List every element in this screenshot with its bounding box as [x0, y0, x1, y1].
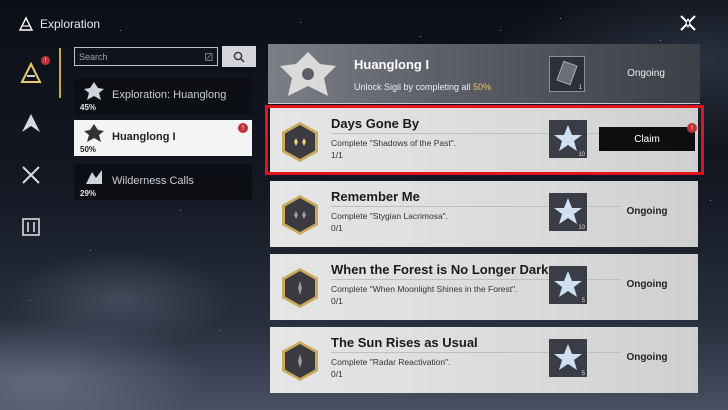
search-button[interactable]: [222, 46, 256, 67]
nav-exploration[interactable]: !: [16, 56, 50, 88]
task-title: Days Gone By: [331, 116, 420, 131]
sigil-reward-item[interactable]: 1: [549, 56, 585, 92]
task-card: Remember Me Complete "Stygian Lacrimosa"…: [270, 181, 698, 247]
huanglong-emblem-icon: [84, 124, 104, 142]
task-card: When the Forest is No Longer Dark Comple…: [270, 254, 698, 320]
task-title: Remember Me: [331, 189, 420, 204]
summary-status: Ongoing: [627, 68, 665, 79]
nav-divider: [59, 48, 61, 98]
reward-count: 5: [581, 298, 585, 304]
task-badge-icon: [282, 195, 318, 235]
task-card: The Sun Rises as Usual Complete "Radar R…: [270, 327, 698, 393]
task-description: Complete "Shadows of the Past".: [331, 138, 457, 148]
category-percent: 50%: [80, 145, 97, 154]
wilderness-emblem-icon: [86, 170, 102, 184]
task-progress: 1/1: [331, 150, 343, 160]
edit-icon: [205, 52, 213, 61]
task-title: When the Forest is No Longer Dark: [331, 262, 549, 277]
task-description: Complete "When Moonlight Shines in the F…: [331, 284, 518, 294]
huanglong-sigil-icon: [280, 52, 336, 96]
category-exploration-huanglong[interactable]: 45% Exploration: Huanglong: [74, 78, 252, 114]
sliders-icon: [22, 218, 40, 236]
search-icon: [233, 51, 245, 63]
task-description: Complete "Radar Reactivation".: [331, 357, 451, 367]
nav-alert-badge: !: [41, 56, 50, 65]
category-name: Wilderness Calls: [112, 175, 194, 187]
task-badge-icon: [282, 122, 318, 162]
task-status: Ongoing: [626, 279, 668, 290]
exploration-icon: [20, 61, 42, 83]
reward-count: 1: [578, 85, 582, 91]
crossed-swords-icon: [22, 166, 40, 184]
task-reward-item[interactable]: 10: [549, 120, 587, 158]
task-progress: 0/1: [331, 296, 343, 306]
mountain-icon: [22, 114, 40, 132]
sigil-summary-card: Huanglong I Unlock Sigil by completing a…: [268, 44, 700, 104]
summary-title: Huanglong I: [354, 57, 430, 72]
task-card: Days Gone By Complete "Shadows of the Pa…: [270, 108, 698, 174]
header: Exploration: [18, 16, 100, 32]
task-reward-item[interactable]: 5: [549, 339, 587, 377]
task-progress: 0/1: [331, 369, 343, 379]
close-icon[interactable]: [678, 13, 698, 33]
category-name: Exploration: Huanglong: [112, 89, 227, 101]
category-percent: 29%: [80, 189, 97, 198]
task-badge-icon: [282, 341, 318, 381]
category-percent: 45%: [80, 103, 97, 112]
exploration-logo-icon: [18, 16, 34, 31]
task-title: The Sun Rises as Usual: [331, 335, 478, 350]
task-status: Ongoing: [626, 352, 668, 363]
search-input[interactable]: [79, 51, 206, 62]
nav-settings[interactable]: [16, 212, 46, 242]
category-huanglong-i[interactable]: 50% Huanglong I !: [74, 120, 252, 156]
nav-mountain[interactable]: [16, 108, 46, 138]
task-status: Ongoing: [626, 206, 668, 217]
search-field[interactable]: [74, 47, 218, 66]
reward-count: 10: [578, 152, 585, 158]
reward-count: 10: [578, 225, 585, 231]
task-reward-item[interactable]: 10: [549, 193, 587, 231]
category-wilderness-calls[interactable]: 29% Wilderness Calls: [74, 164, 252, 200]
task-badge-icon: [282, 268, 318, 308]
task-description: Complete "Stygian Lacrimosa".: [331, 211, 449, 221]
claim-alert-badge: !: [687, 123, 697, 133]
category-name: Huanglong I: [112, 131, 176, 143]
huanglong-emblem-icon: [84, 82, 104, 100]
page-title: Exploration: [40, 17, 101, 31]
task-reward-item[interactable]: 5: [549, 266, 587, 304]
reward-count: 5: [581, 371, 585, 377]
task-progress: 0/1: [331, 223, 343, 233]
nav-battle[interactable]: [16, 160, 46, 190]
claim-button[interactable]: Claim !: [599, 123, 697, 151]
category-alert-badge: !: [238, 123, 248, 133]
summary-subtitle: Unlock Sigil by completing all 50%: [354, 82, 492, 92]
